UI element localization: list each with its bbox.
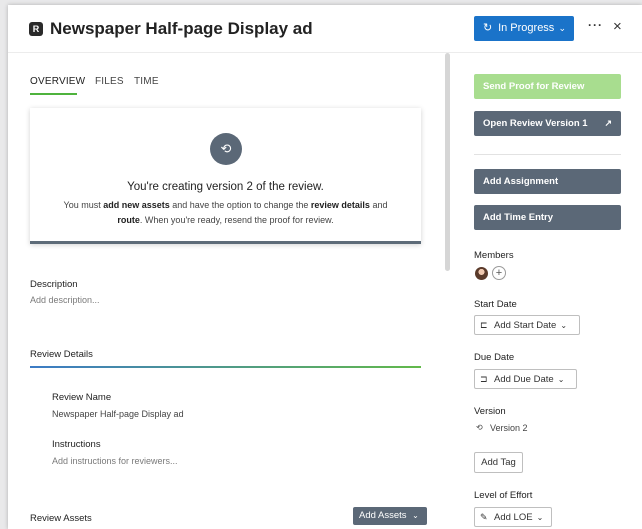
- loe-dropdown[interactable]: ✎ Add LOE ⌄: [474, 507, 552, 527]
- calendar-start-icon: ⊏: [480, 320, 488, 330]
- review-details-divider: [30, 366, 421, 368]
- active-tab-indicator: [30, 93, 77, 95]
- start-date-button-label: Add Start Date: [494, 320, 557, 331]
- close-icon[interactable]: ×: [613, 18, 622, 36]
- version-label: Version: [474, 406, 506, 417]
- scrollbar-thumb[interactable]: [445, 53, 450, 271]
- chevron-down-icon: ⌄: [558, 23, 566, 33]
- sync-icon: ⟲: [210, 133, 242, 165]
- version-value: Version 2: [490, 423, 528, 433]
- instructions-label: Instructions: [52, 439, 101, 450]
- tab-time[interactable]: TIME: [134, 76, 159, 87]
- due-date-dropdown[interactable]: ⊐ Add Due Date ⌄: [474, 369, 577, 389]
- send-proof-button[interactable]: Send Proof for Review: [474, 74, 621, 99]
- review-name-label: Review Name: [52, 392, 112, 403]
- review-logo-icon: R: [29, 22, 43, 36]
- external-link-icon: ↗: [604, 118, 612, 128]
- main-scrollbar[interactable]: [445, 53, 451, 529]
- add-member-icon[interactable]: +: [492, 266, 506, 280]
- review-name-value[interactable]: Newspaper Half-page Display ad: [52, 409, 184, 419]
- calendar-due-icon: ⊐: [480, 374, 488, 384]
- tab-overview[interactable]: OVERVIEW: [30, 76, 85, 87]
- chevron-down-icon: ⌄: [560, 321, 568, 330]
- open-review-label: Open Review Version 1: [483, 118, 588, 129]
- version-notice-card: ⟲ You're creating version 2 of the revie…: [30, 108, 421, 244]
- chevron-down-icon: ⌄: [536, 513, 544, 522]
- more-options-icon[interactable]: ···: [588, 18, 603, 32]
- members-label: Members: [474, 250, 514, 261]
- pencil-icon: ✎: [480, 512, 488, 522]
- page-title: Newspaper Half-page Display ad: [50, 19, 313, 38]
- start-date-dropdown[interactable]: ⊏ Add Start Date ⌄: [474, 315, 580, 335]
- description-input[interactable]: Add description...: [30, 295, 100, 305]
- sync-icon: ⟲: [476, 423, 483, 432]
- loe-button-label: Add LOE: [494, 512, 533, 523]
- notice-heading: You're creating version 2 of the review.: [127, 181, 324, 193]
- add-assignment-button[interactable]: Add Assignment: [474, 169, 621, 194]
- chevron-down-icon: ⌄: [412, 511, 419, 520]
- panel-header: R Newspaper Half-page Display ad ↻ In Pr…: [8, 5, 642, 53]
- review-panel: R Newspaper Half-page Display ad ↻ In Pr…: [8, 5, 642, 529]
- add-time-entry-button[interactable]: Add Time Entry: [474, 205, 621, 230]
- review-assets-heading: Review Assets: [30, 513, 92, 524]
- tab-files[interactable]: FILES: [95, 76, 124, 87]
- chevron-down-icon: ⌄: [557, 375, 565, 384]
- status-dropdown-button[interactable]: ↻ In Progress ⌄: [474, 16, 574, 41]
- avatar[interactable]: [475, 267, 488, 280]
- due-date-button-label: Add Due Date: [494, 374, 554, 385]
- sidebar-divider: [474, 154, 621, 155]
- add-assets-label: Add Assets: [359, 510, 407, 521]
- start-date-label: Start Date: [474, 299, 517, 310]
- review-details-heading: Review Details: [30, 349, 93, 360]
- description-label: Description: [30, 279, 78, 290]
- open-review-button[interactable]: Open Review Version 1 ↗: [474, 111, 621, 136]
- add-tag-button[interactable]: Add Tag: [474, 452, 523, 473]
- progress-icon: ↻: [483, 22, 493, 34]
- status-label: In Progress: [498, 22, 555, 34]
- due-date-label: Due Date: [474, 352, 515, 363]
- add-assets-button[interactable]: Add Assets ⌄: [353, 507, 427, 525]
- notice-body: You must add new assets and have the opt…: [63, 200, 388, 225]
- instructions-input[interactable]: Add instructions for reviewers...: [52, 456, 178, 466]
- loe-label: Level of Effort: [474, 490, 533, 501]
